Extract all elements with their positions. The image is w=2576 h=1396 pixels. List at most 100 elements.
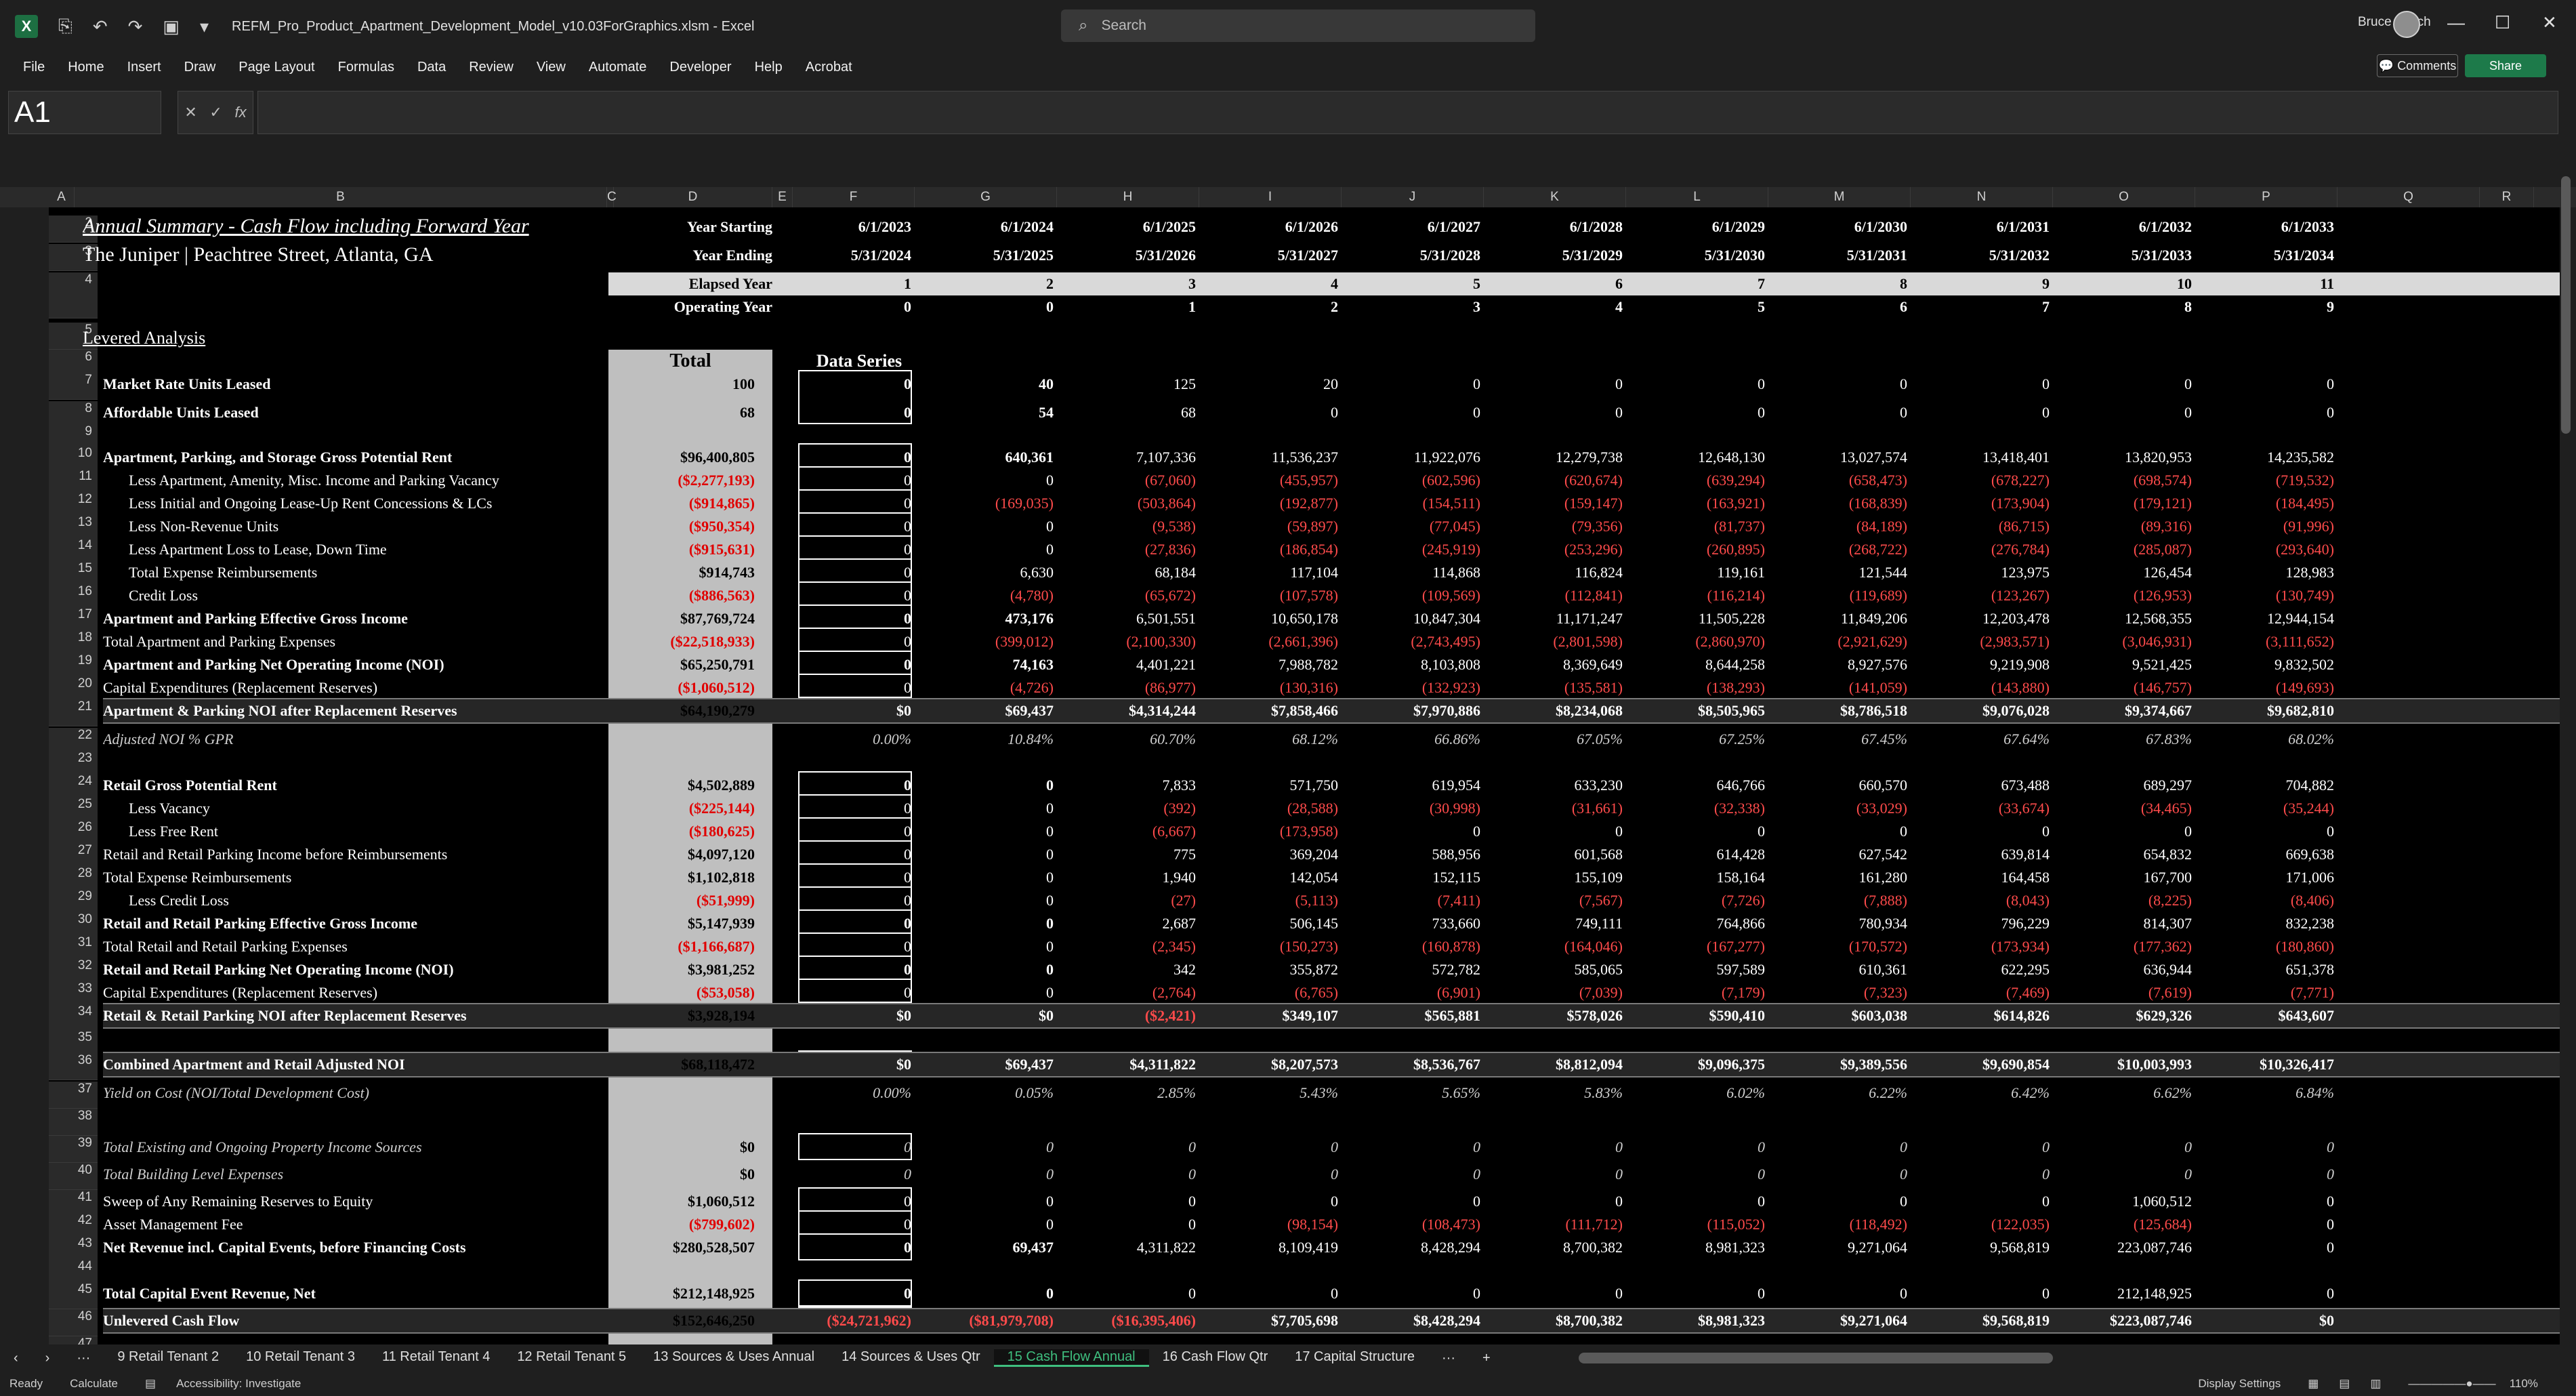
cell-value[interactable]: 0	[1487, 820, 1623, 843]
total-value[interactable]: $1,102,818	[608, 866, 755, 889]
cell-value[interactable]: $7,970,886	[1345, 699, 1480, 722]
year-value[interactable]: 7	[1629, 272, 1765, 295]
cell-value[interactable]: 0	[776, 912, 911, 935]
total-value[interactable]: $280,528,507	[608, 1236, 755, 1259]
cell-value[interactable]: 636,944	[2056, 958, 2193, 981]
cell-value[interactable]: 0	[918, 866, 1054, 889]
cell-value[interactable]: $565,881	[1345, 1004, 1481, 1027]
cell-value[interactable]: (115,052)	[1629, 1213, 1765, 1236]
cell-value[interactable]: (620,674)	[1487, 469, 1623, 492]
autosave-icon[interactable]: ⎘	[58, 16, 72, 37]
cell-value[interactable]: 0	[1345, 1190, 1480, 1213]
tab-15-cash-flow-annual[interactable]: 15 Cash Flow Annual	[993, 1349, 1149, 1367]
cell-value[interactable]: 2.85%	[1060, 1082, 1196, 1105]
cell-value[interactable]: (119,689)	[1772, 584, 1907, 607]
menu-file[interactable]: File	[23, 60, 45, 75]
cell-value[interactable]: 0	[776, 866, 911, 889]
cell-value[interactable]: 142,054	[1203, 866, 1339, 889]
formula-input[interactable]	[257, 91, 2558, 134]
cell-value[interactable]: 67.64%	[1914, 728, 2050, 751]
cell-value[interactable]: (719,532)	[2199, 469, 2334, 492]
cell-value[interactable]: 10.84%	[918, 728, 1054, 751]
year-value[interactable]: 8	[2056, 295, 2192, 319]
cell-value[interactable]: (122,035)	[1914, 1213, 2050, 1236]
cell-value[interactable]: 5.83%	[1487, 1082, 1623, 1105]
cell-value[interactable]: 571,750	[1203, 774, 1339, 797]
cell-value[interactable]: (6,667)	[1060, 820, 1196, 843]
cell-value[interactable]: 0	[776, 935, 911, 958]
cell-value[interactable]: (276,784)	[1914, 538, 2050, 561]
cell-value[interactable]: 0	[1487, 1190, 1623, 1213]
cell-value[interactable]: 0	[1629, 401, 1765, 424]
close-icon[interactable]: ✕	[2542, 12, 2557, 33]
cell-value[interactable]: 0	[776, 1136, 911, 1159]
year-label-0[interactable]: Year Starting	[608, 215, 772, 239]
row-header-7[interactable]: 7	[49, 373, 98, 400]
cell-value[interactable]: (180,860)	[2199, 935, 2334, 958]
cell-value[interactable]: 673,488	[1914, 774, 2050, 797]
row-label[interactable]: Total Capital Event Revenue, Net	[103, 1282, 608, 1305]
cell-value[interactable]: 572,782	[1345, 958, 1481, 981]
row-label[interactable]: Capital Expenditures (Replacement Reserv…	[103, 676, 608, 699]
cell-value[interactable]: (6,765)	[1203, 981, 1338, 1004]
row-label[interactable]: Total Retail and Retail Parking Expenses	[103, 935, 608, 958]
cell-value[interactable]: 814,307	[2056, 912, 2193, 935]
row-header-37[interactable]: 37	[49, 1082, 98, 1109]
cell-value[interactable]: (2,661,396)	[1203, 630, 1338, 653]
column-header-l[interactable]: L	[1626, 187, 1768, 207]
cell-value[interactable]: (2,345)	[1060, 935, 1196, 958]
cell-value[interactable]: (2,860,970)	[1629, 630, 1765, 653]
total-value[interactable]: $68,118,472	[608, 1053, 755, 1076]
cell-value[interactable]: 0	[2056, 820, 2192, 843]
cell-value[interactable]: 733,660	[1345, 912, 1481, 935]
total-value[interactable]: ($914,865)	[608, 492, 755, 515]
cell-value[interactable]: 9,271,064	[1772, 1236, 1907, 1259]
cell-value[interactable]: (2,100,330)	[1060, 630, 1196, 653]
cell-value[interactable]: 9,219,908	[1914, 653, 2050, 676]
cell-value[interactable]: $8,786,518	[1772, 699, 1907, 722]
more-tabs-icon[interactable]: ···	[1428, 1351, 1469, 1366]
year-label-2[interactable]: Elapsed Year	[608, 272, 772, 295]
cell-value[interactable]: (2,801,598)	[1487, 630, 1623, 653]
year-value[interactable]: 6	[1487, 272, 1623, 295]
cell-value[interactable]: (678,227)	[1914, 469, 2050, 492]
cell-value[interactable]: 0	[1629, 820, 1765, 843]
cell-value[interactable]: $8,536,767	[1345, 1053, 1480, 1076]
cell-value[interactable]: 158,164	[1629, 866, 1766, 889]
cell-value[interactable]: 66.86%	[1345, 728, 1480, 751]
cell-value[interactable]: 223,087,746	[2056, 1236, 2192, 1259]
cell-value[interactable]: 0	[918, 774, 1054, 797]
cell-value[interactable]: $8,234,068	[1487, 699, 1623, 722]
row-label[interactable]: Less Apartment, Amenity, Misc. Income an…	[129, 469, 608, 492]
cell-value[interactable]: 0	[1203, 1282, 1338, 1305]
menu-home[interactable]: Home	[68, 60, 104, 75]
cell-value[interactable]: 0	[776, 515, 911, 538]
row-label[interactable]: Retail and Retail Parking Income before …	[103, 843, 608, 866]
macro-icon[interactable]: ▤	[145, 1377, 156, 1391]
column-header-a[interactable]: A	[49, 187, 75, 207]
cell-value[interactable]: 689,297	[2056, 774, 2193, 797]
cell-value[interactable]: 0	[1629, 373, 1765, 396]
cell-value[interactable]: 0	[776, 607, 911, 630]
cell-value[interactable]: 749,111	[1487, 912, 1623, 935]
cell-value[interactable]: 12,279,738	[1487, 446, 1623, 469]
cell-value[interactable]: 0	[2199, 373, 2334, 396]
total-value[interactable]: $3,928,194	[608, 1004, 755, 1027]
cell-value[interactable]: 588,956	[1345, 843, 1481, 866]
row-header-40[interactable]: 40	[49, 1163, 98, 1190]
tab-9-retail-tenant-2[interactable]: 9 Retail Tenant 2	[104, 1349, 232, 1367]
cell-value[interactable]: 1,940	[1060, 866, 1197, 889]
cell-value[interactable]: 4,311,822	[1060, 1236, 1196, 1259]
total-value[interactable]: $65,250,791	[608, 653, 755, 676]
cell-value[interactable]: (253,296)	[1487, 538, 1623, 561]
total-value[interactable]: $152,646,250	[608, 1309, 755, 1332]
cell-value[interactable]: 0	[776, 584, 911, 607]
row-label[interactable]: Apartment, Parking, and Storage Gross Po…	[103, 446, 608, 469]
undo-icon[interactable]: ↶	[93, 16, 108, 37]
cell-value[interactable]: 0	[2199, 1136, 2334, 1159]
row-header-45[interactable]: 45	[49, 1282, 98, 1309]
cell-value[interactable]: (3,046,931)	[2056, 630, 2192, 653]
cell-value[interactable]: 0	[776, 676, 911, 699]
cell-value[interactable]: 355,872	[1203, 958, 1339, 981]
year-value[interactable]: 2	[1203, 295, 1338, 319]
